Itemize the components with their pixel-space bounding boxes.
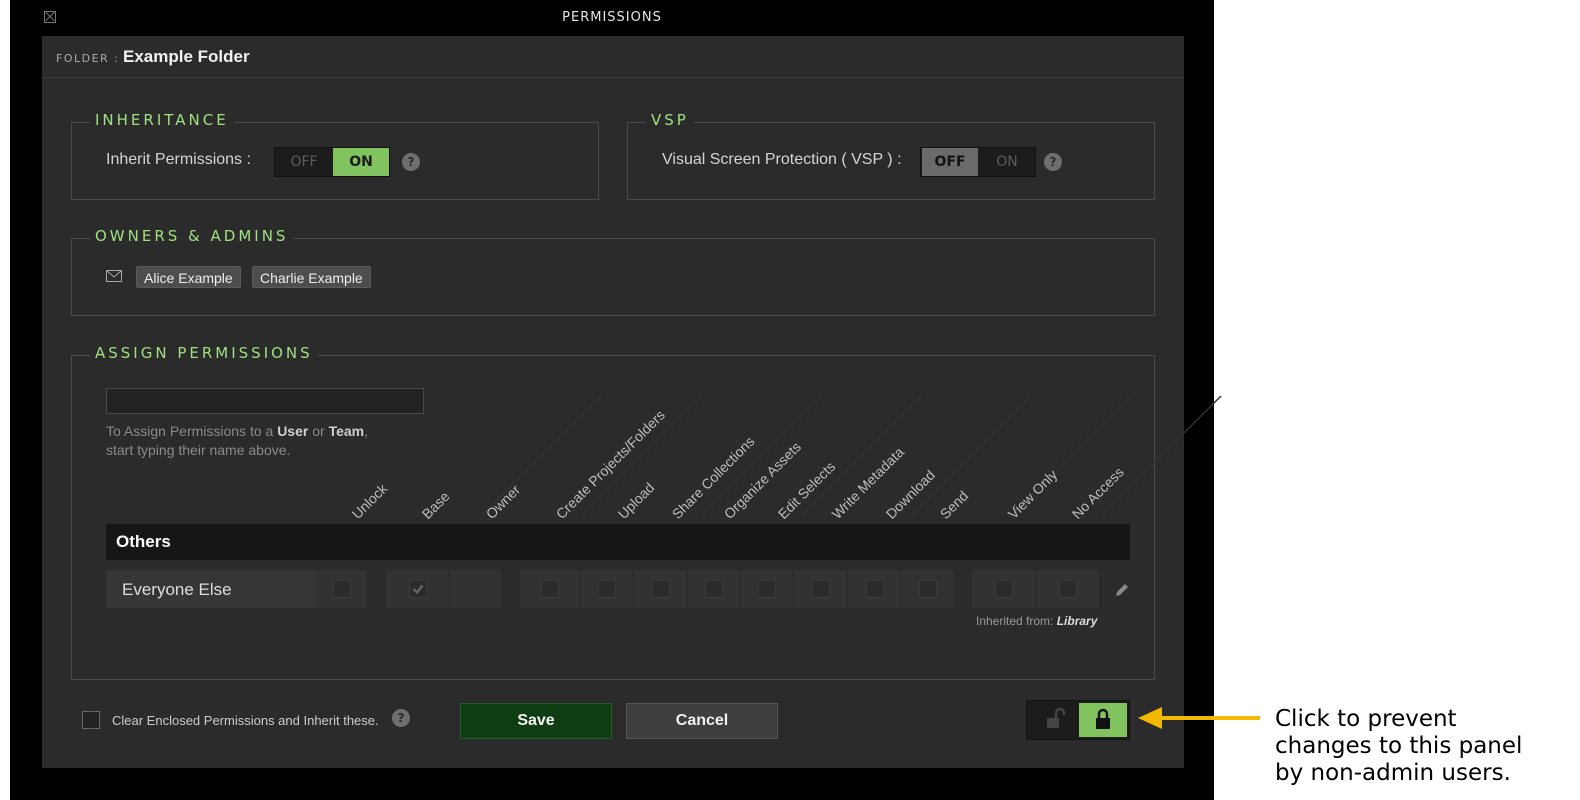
owners-admins-section: OWNERS & ADMINS Alice Example Charlie Ex… <box>71 227 1155 316</box>
checkbox[interactable] <box>811 580 830 598</box>
toggle-on-option[interactable]: ON <box>979 148 1035 176</box>
owners-admins-legend: OWNERS & ADMINS <box>90 227 294 245</box>
help-icon[interactable]: ? <box>402 153 420 171</box>
permissions-panel: FOLDER : Example Folder INHERITANCE Inhe… <box>42 36 1222 768</box>
toggle-off-option[interactable]: OFF <box>276 148 332 176</box>
cell-write-metadata[interactable] <box>794 570 848 608</box>
assign-hint: To Assign Permissions to a User or Team,… <box>106 422 406 460</box>
cell-unlock[interactable] <box>316 570 368 608</box>
cell-no-access[interactable] <box>1036 570 1100 608</box>
user-team-search-input[interactable] <box>106 388 424 414</box>
inherited-from: Inherited from: Library <box>976 614 1097 628</box>
assign-permissions-legend: ASSIGN PERMISSIONS <box>90 344 318 362</box>
unlock-option[interactable] <box>1029 703 1077 737</box>
help-icon[interactable]: ? <box>1044 153 1062 171</box>
inherit-permissions-toggle[interactable]: OFF ON <box>274 147 390 177</box>
cell-upload[interactable] <box>580 570 634 608</box>
annotation-line: Click to prevent <box>1275 706 1457 732</box>
window-title: PERMISSIONS <box>562 10 662 25</box>
owner-chip[interactable]: Alice Example <box>136 266 241 288</box>
cell-create-projects-folders[interactable] <box>520 570 580 608</box>
folder-label: FOLDER : <box>56 52 120 65</box>
title-bar: PERMISSIONS <box>10 0 1214 36</box>
inherited-label: Inherited from: <box>976 614 1057 628</box>
group-label: Others <box>116 532 171 551</box>
hint-text: or <box>308 423 329 439</box>
cell-base[interactable] <box>386 570 450 608</box>
cell-download[interactable] <box>848 570 902 608</box>
hint-text: , <box>364 423 368 439</box>
cell-edit-selects[interactable] <box>740 570 794 608</box>
annotation-line: by non-admin users. <box>1275 760 1511 786</box>
checkbox[interactable] <box>757 580 776 598</box>
group-header-others: Others <box>106 524 1130 560</box>
cancel-button[interactable]: Cancel <box>626 703 778 739</box>
locked-padlock-icon <box>1096 708 1110 729</box>
checkbox[interactable] <box>918 580 937 598</box>
checkbox[interactable] <box>1058 580 1077 598</box>
inheritance-section: INHERITANCE Inherit Permissions : OFF ON… <box>71 111 599 200</box>
cell-send[interactable] <box>902 570 954 608</box>
hint-team: Team <box>328 423 365 439</box>
owner-chips: Alice Example Charlie Example <box>136 266 536 288</box>
cell-owner[interactable] <box>450 570 502 608</box>
checkbox[interactable] <box>704 580 723 598</box>
checkbox[interactable] <box>540 580 559 598</box>
toggle-off-option[interactable]: OFF <box>922 148 978 176</box>
checkbox[interactable] <box>651 580 670 598</box>
lock-toggle[interactable] <box>1026 700 1130 740</box>
folder-name: Example Folder <box>123 47 250 66</box>
cell-view-only[interactable] <box>972 570 1036 608</box>
checkbox[interactable] <box>597 580 616 598</box>
checkbox[interactable] <box>332 580 351 598</box>
check-icon[interactable] <box>408 580 427 598</box>
checkbox[interactable] <box>865 580 884 598</box>
hint-text: start typing their name above. <box>106 442 291 458</box>
vsp-toggle[interactable]: OFF ON <box>920 147 1036 177</box>
vsp-label: Visual Screen Protection ( VSP ) : <box>662 151 902 168</box>
vsp-legend: VSP <box>646 111 694 129</box>
toggle-on-option[interactable]: ON <box>333 148 389 176</box>
inherit-permissions-label: Inherit Permissions : <box>106 151 251 168</box>
inheritance-legend: INHERITANCE <box>90 111 234 129</box>
mail-icon[interactable] <box>106 270 122 282</box>
permissions-window: PERMISSIONS FOLDER : Example Folder INHE… <box>10 0 1222 800</box>
cell-share-collections[interactable] <box>634 570 688 608</box>
save-button[interactable]: Save <box>460 703 612 739</box>
pencil-icon[interactable] <box>1114 582 1130 598</box>
unlocked-padlock-icon <box>1047 707 1066 728</box>
hint-user: User <box>277 423 309 439</box>
clear-permissions-label: Clear Enclosed Permissions and Inherit t… <box>112 713 379 728</box>
annotation-arrow-icon <box>1138 707 1260 729</box>
lock-option[interactable] <box>1079 703 1127 737</box>
checkbox[interactable] <box>994 580 1013 598</box>
annotation-text: Click to prevent changes to this panel b… <box>1275 706 1575 787</box>
hint-text: To Assign Permissions to a <box>106 423 278 439</box>
owner-chip[interactable]: Charlie Example <box>252 266 371 288</box>
help-icon[interactable]: ? <box>392 709 410 727</box>
vsp-section: VSP Visual Screen Protection ( VSP ) : O… <box>627 111 1155 200</box>
annotation-line: changes to this panel <box>1275 733 1523 759</box>
cell-organize-assets[interactable] <box>688 570 740 608</box>
clear-permissions-checkbox[interactable] <box>82 711 100 729</box>
folder-header: FOLDER : Example Folder <box>42 36 1184 78</box>
inherited-source: Library <box>1056 614 1098 628</box>
row-name: Everyone Else <box>122 580 232 599</box>
